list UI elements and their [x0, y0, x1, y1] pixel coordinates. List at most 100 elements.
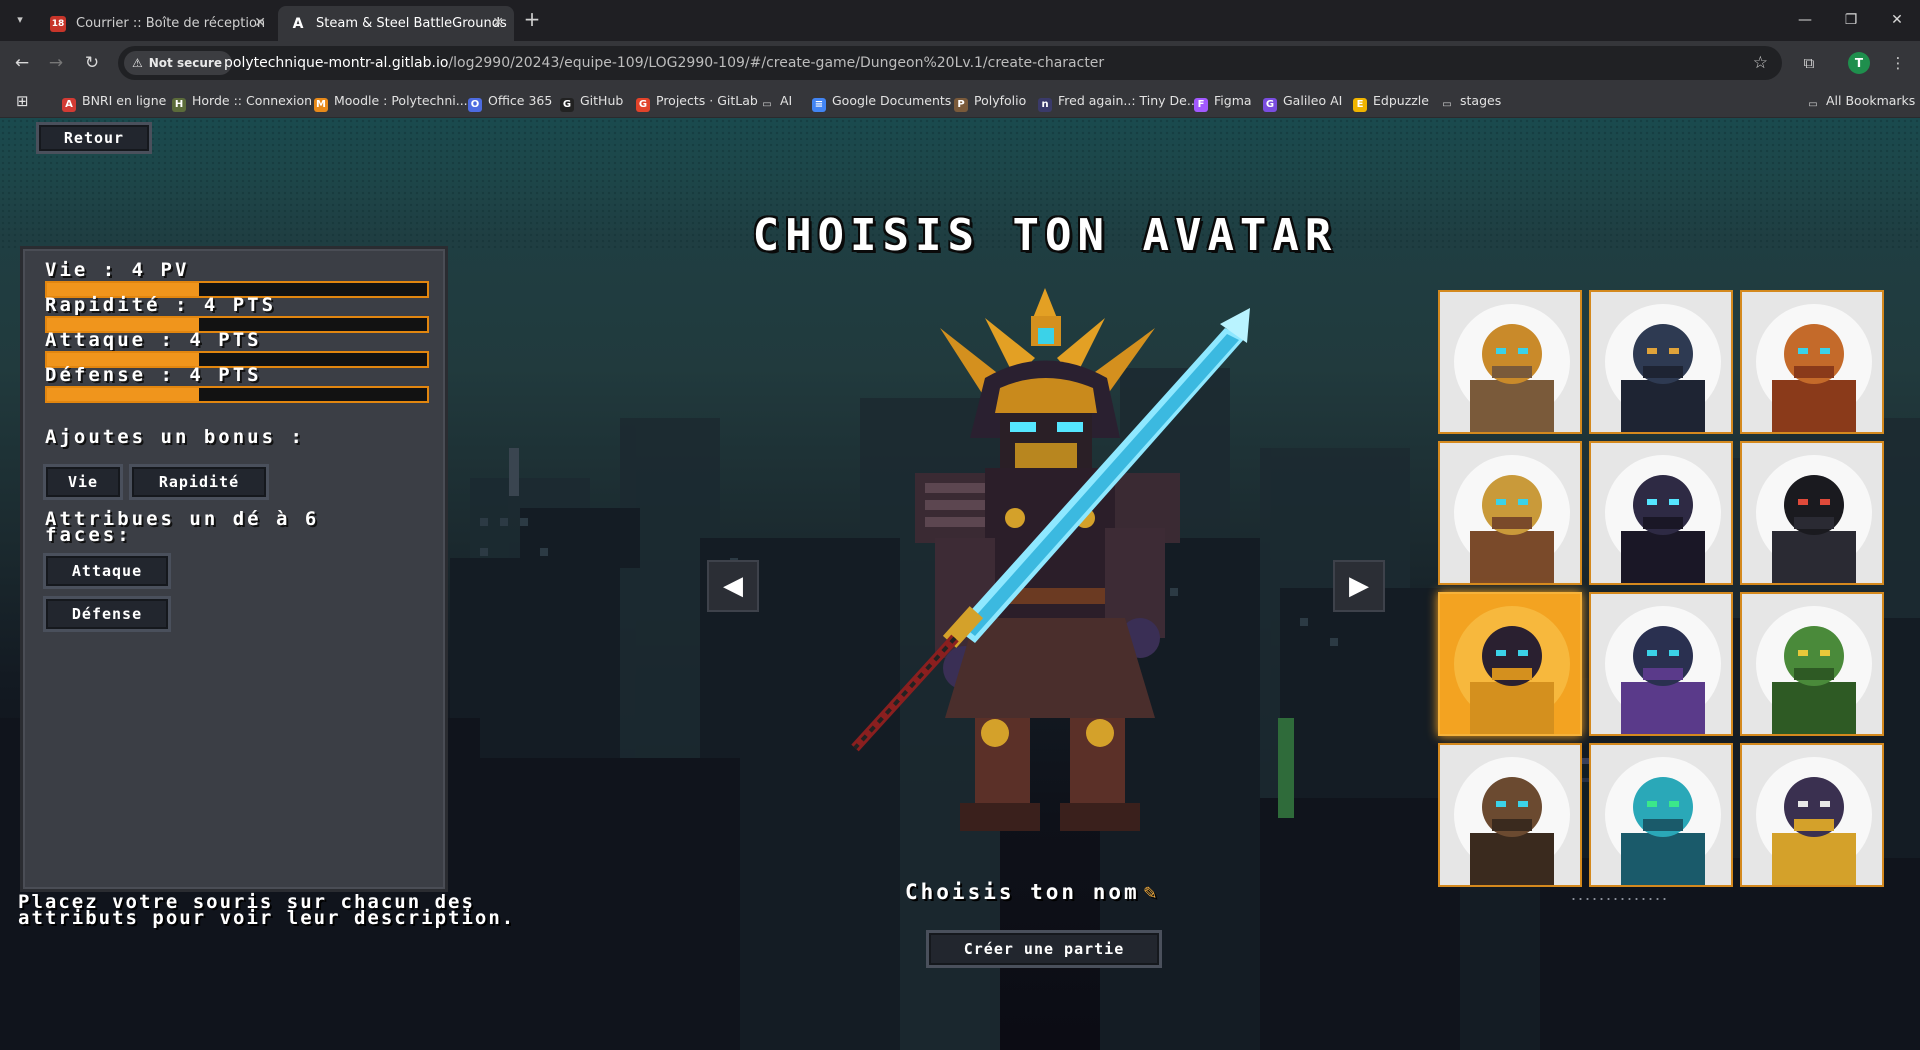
bookmark-polyfolio[interactable]: P Polyfolio [954, 84, 1026, 118]
name-prompt[interactable]: Choisis ton nom ✎ [905, 880, 1159, 904]
dice-attack-button[interactable]: Attaque [43, 553, 171, 589]
all-bookmarks-label: All Bookmarks [1826, 93, 1916, 108]
bookmark-label: Fred again..: Tiny De... [1058, 93, 1199, 108]
security-label: Not secure [148, 56, 222, 70]
reload-icon[interactable]: ↻ [78, 49, 106, 77]
avatar-hooded-rogue[interactable] [1740, 441, 1884, 585]
create-game-button[interactable]: Créer une partie [926, 930, 1162, 968]
bookmark-label: Polyfolio [974, 93, 1027, 108]
gitlab-icon: G [636, 98, 650, 112]
moodle-icon: M [314, 98, 328, 112]
folder-icon: ▭ [762, 99, 772, 110]
back-arrow-icon[interactable]: ← [8, 49, 36, 77]
avatar-green-orc[interactable] [1740, 592, 1884, 736]
new-tab-button[interactable]: + [520, 8, 544, 32]
extensions-icon[interactable]: ⧉ [1795, 49, 1823, 77]
name-label: Choisis ton nom [905, 880, 1140, 904]
stat-fill [47, 388, 199, 401]
bookmark-figma[interactable]: F Figma [1194, 84, 1252, 118]
tab-title: Steam & Steel BattleGrounds [316, 16, 507, 31]
close-window-button[interactable]: ✕ [1874, 0, 1920, 41]
bookmark-label: Edpuzzle [1373, 93, 1429, 108]
address-bar[interactable]: ⚠ Not secure polytechnique-montr-al.gitla… [118, 46, 1782, 80]
selected-avatar-samurai [851, 288, 1250, 831]
github-icon: G [560, 98, 574, 112]
bookmark-horde-connexion[interactable]: H Horde :: Connexion [172, 84, 312, 118]
menu-kebab-icon[interactable]: ⋮ [1884, 49, 1912, 77]
dice-defense-button[interactable]: Défense [43, 596, 171, 632]
previous-avatar-arrow-icon[interactable]: ◀ [707, 560, 759, 612]
tab-search-menu-icon[interactable]: ▾ [8, 8, 32, 32]
bonus-speed-button[interactable]: Rapidité [129, 464, 269, 500]
stat-life-label[interactable]: Vie : 4 PV [45, 259, 189, 281]
security-chip[interactable]: ⚠ Not secure [124, 51, 232, 75]
profile-avatar[interactable]: T [1848, 52, 1870, 74]
avatar-spider-bot[interactable] [1740, 290, 1884, 434]
avatar-grid [1438, 290, 1884, 887]
bookmark-stages[interactable]: ▭ stages [1440, 84, 1501, 118]
bookmark-galileo-ai[interactable]: G Galileo AI [1263, 84, 1342, 118]
edpuzzle-icon: E [1353, 98, 1367, 112]
bookmark-label: GitHub [580, 93, 624, 108]
avatar-tophat-wizard[interactable] [1589, 441, 1733, 585]
avatar-witch[interactable] [1589, 592, 1733, 736]
npr-icon: n [1038, 98, 1052, 112]
bookmark-label: Moodle : Polytechni... [334, 93, 468, 108]
docs-icon: ≡ [812, 98, 826, 112]
url-host: polytechnique-montr-al.gitlab.io [224, 55, 449, 71]
galileo-icon: G [1263, 98, 1277, 112]
back-button[interactable]: Retour [36, 122, 152, 154]
pencil-icon[interactable]: ✎ [1144, 880, 1160, 904]
polyfolio-icon: P [954, 98, 968, 112]
close-tab-icon[interactable]: ✕ [254, 6, 266, 41]
bookmarks-bar: ⊞ A BNRI en ligne H Horde :: Connexion M Mood… [0, 84, 1920, 118]
all-bookmarks-folder[interactable]: ▭ All Bookmarks [1806, 84, 1915, 118]
url-path: /log2990/20243/equipe-109/LOG2990-109/#/… [448, 55, 1105, 71]
bookmark-bnri-en-ligne[interactable]: A BNRI en ligne [62, 84, 166, 118]
bookmark-fred-again-tiny-de[interactable]: n Fred again..: Tiny De... [1038, 84, 1199, 118]
tab-courrier[interactable]: 18 Courrier :: Boîte de réception ✕ [38, 6, 276, 41]
avatar-hammer-robot[interactable] [1438, 290, 1582, 434]
bookmark-ai[interactable]: ▭ AI [760, 84, 792, 118]
bookmark-label: Office 365 [488, 93, 553, 108]
minimize-button[interactable]: — [1782, 0, 1828, 41]
bookmark-label: Figma [1214, 93, 1252, 108]
bookmark-label: Galileo AI [1283, 93, 1343, 108]
bookmark-label: Google Documents [832, 93, 952, 108]
bookmark-office-365[interactable]: O Office 365 [468, 84, 552, 118]
bookmark-google-documents[interactable]: ≡ Google Documents [812, 84, 951, 118]
stat-defense-label[interactable]: Défense : 4 PTS [45, 364, 262, 386]
avatar-goggle-gunner[interactable] [1589, 290, 1733, 434]
stats-panel: Vie : 4 PV Rapidité : 4 PTS Attaque : 4 … [20, 246, 448, 892]
bookmark-star-icon[interactable]: ☆ [1753, 46, 1768, 80]
avatar-blonde-engineer[interactable] [1438, 441, 1582, 585]
avatar-old-king[interactable] [1740, 743, 1884, 887]
warning-icon: ⚠ [132, 56, 143, 70]
restore-button[interactable]: ❐ [1828, 0, 1874, 41]
bookmark-label: Horde :: Connexion [192, 93, 313, 108]
bookmark-moodle-polytechni[interactable]: M Moodle : Polytechni... [314, 84, 468, 118]
close-tab-icon[interactable]: ✕ [492, 6, 504, 41]
bookmark-edpuzzle[interactable]: E Edpuzzle [1353, 84, 1429, 118]
bonus-life-button[interactable]: Vie [43, 464, 123, 500]
browser-toolbar: ← → ↻ ⚠ Not secure polytechnique-montr-al… [0, 41, 1920, 84]
stat-attack-label[interactable]: Attaque : 4 PTS [45, 329, 262, 351]
bookmark-projects-gitlab[interactable]: G Projects · GitLab [636, 84, 758, 118]
avatar-samurai[interactable] [1438, 592, 1582, 736]
apps-grid-icon[interactable]: ⊞ [16, 84, 29, 118]
url-text[interactable]: polytechnique-montr-al.gitlab.io/log2990… [224, 46, 1104, 80]
tab-steam-steel[interactable]: A Steam & Steel BattleGrounds ✕ [278, 6, 514, 41]
stat-speed-label[interactable]: Rapidité : 4 PTS [45, 294, 276, 316]
avatar-hooded-specter[interactable] [1589, 743, 1733, 887]
hint-line-2: attributs pour voir leur description. [18, 907, 516, 929]
avatar-bearded-mechanic[interactable] [1438, 743, 1582, 887]
forward-arrow-icon[interactable]: → [42, 49, 70, 77]
tab-strip: ▾ 18 Courrier :: Boîte de réception ✕ A … [0, 0, 1920, 41]
bookmark-github[interactable]: G GitHub [560, 84, 623, 118]
bookmark-label: AI [780, 93, 793, 108]
hover-hint: Placez votre souris sur chacun des attri… [18, 893, 516, 929]
angular-icon: A [292, 16, 304, 32]
game-page: Retour CHOISIS TON AVATAR Vie : 4 PV Rap… [0, 118, 1920, 1050]
next-avatar-arrow-icon[interactable]: ▶ [1333, 560, 1385, 612]
mail-icon: 18 [50, 16, 66, 32]
